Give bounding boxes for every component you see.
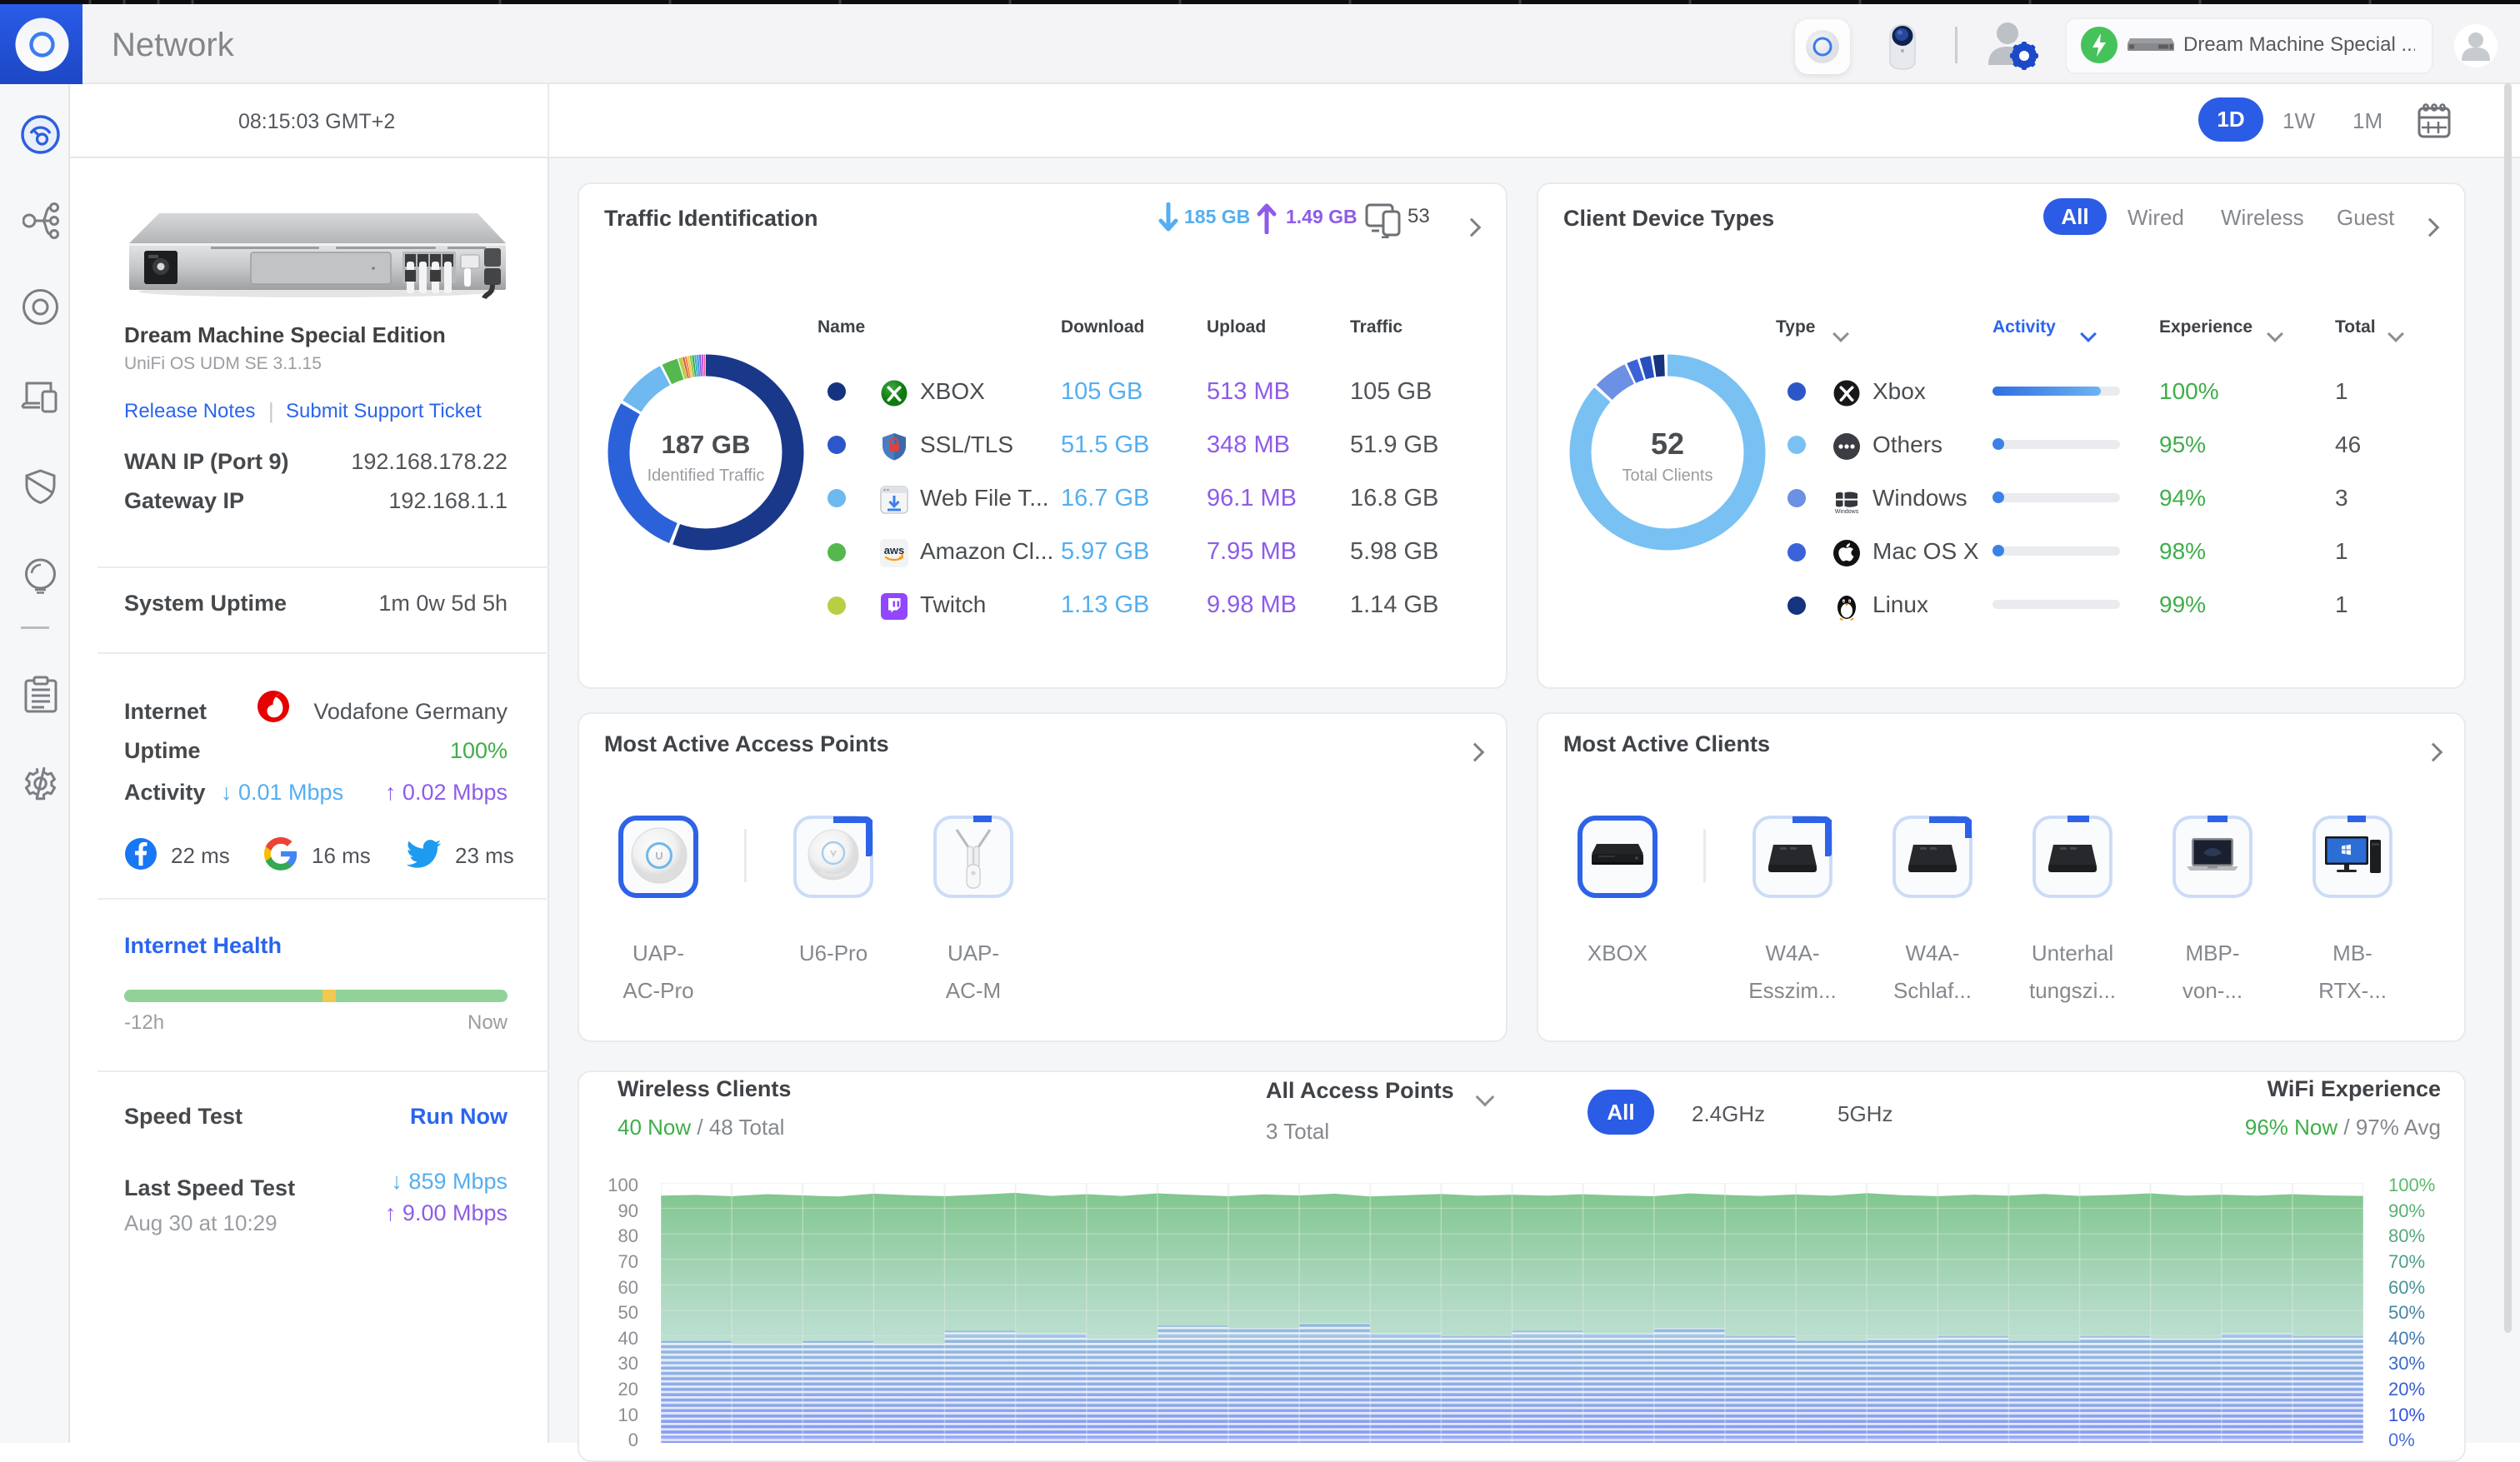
svg-text:Windows: Windows	[1835, 509, 1859, 514]
